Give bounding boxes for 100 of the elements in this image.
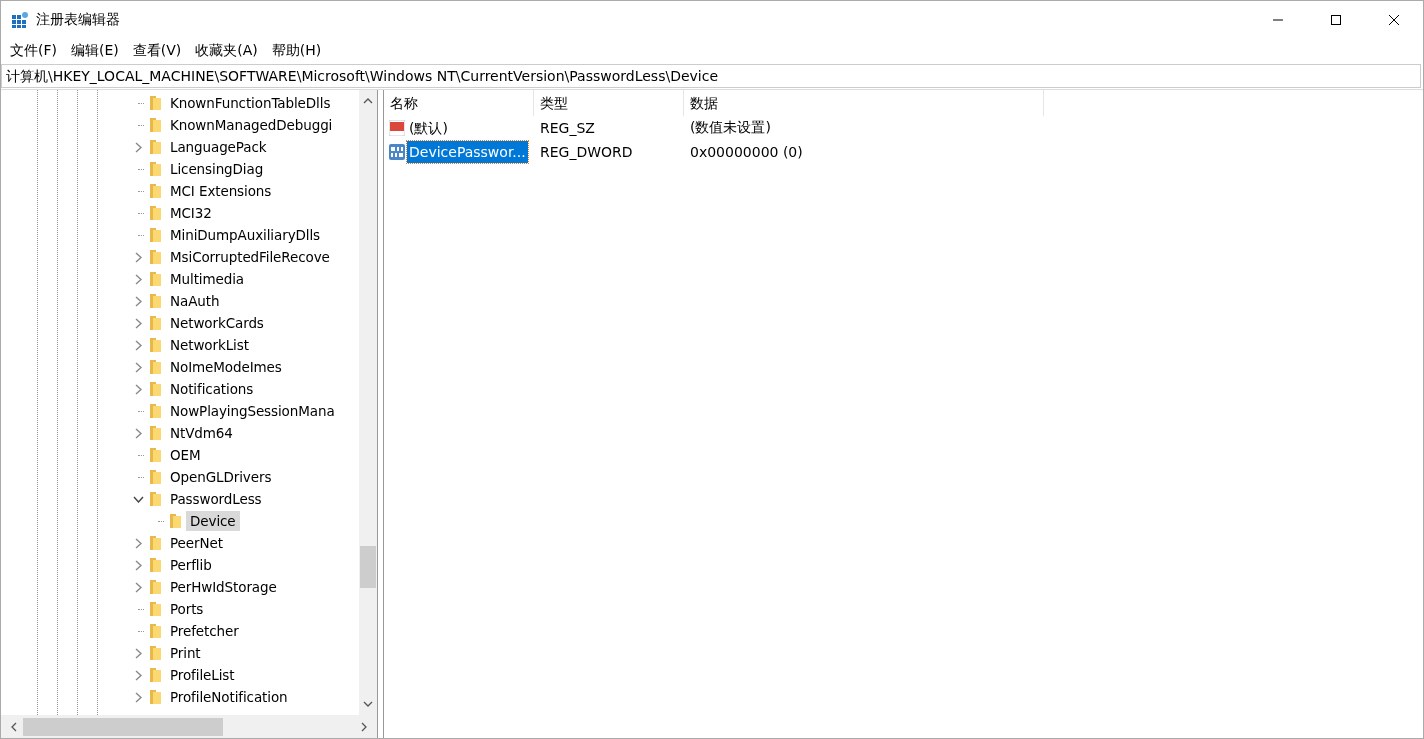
column-header[interactable]: 类型 — [534, 90, 684, 116]
expand-chevron-icon[interactable] — [134, 559, 142, 571]
tree-item[interactable]: Print — [166, 643, 205, 663]
folder-icon — [148, 315, 162, 331]
folder-icon — [148, 689, 162, 705]
tree-item[interactable]: LanguagePack — [166, 137, 271, 157]
address-bar[interactable]: 计算机\HKEY_LOCAL_MACHINE\SOFTWARE\Microsoft\Windows NT\CurrentVersion\PasswordLess\Device — [1, 64, 1421, 88]
folder-icon — [148, 227, 162, 243]
tree-item[interactable]: MsiCorruptedFileRecove — [166, 247, 334, 267]
table-cell-text: (数值未设置) — [689, 119, 772, 137]
folder-icon — [148, 205, 162, 221]
tree-item[interactable]: ProfileNotification — [166, 687, 292, 707]
tree-item[interactable]: KnownFunctionTableDlls — [166, 93, 335, 113]
tree-item[interactable]: OEM — [166, 445, 205, 465]
menu-item[interactable]: 收藏夹(A) — [188, 41, 265, 60]
column-header[interactable]: 数据 — [684, 90, 1044, 116]
expand-chevron-icon[interactable] — [134, 427, 142, 439]
folder-icon — [148, 249, 162, 265]
scroll-down-icon[interactable] — [363, 701, 373, 707]
folder-icon — [148, 271, 162, 287]
folder-icon — [148, 139, 162, 155]
menu-item[interactable]: 查看(V) — [125, 41, 189, 60]
folder-icon — [148, 601, 162, 617]
value-name[interactable]: DevicePasswor... — [407, 141, 528, 163]
folder-icon — [148, 491, 162, 507]
tree-item[interactable]: PeerNet — [166, 533, 227, 553]
tree-item[interactable]: NtVdm64 — [166, 423, 237, 443]
tree-item[interactable]: Notifications — [166, 379, 258, 399]
scroll-thumb[interactable] — [360, 546, 376, 588]
folder-icon — [148, 645, 162, 661]
menu-item[interactable]: 编辑(E) — [64, 41, 126, 60]
expand-chevron-icon[interactable] — [134, 295, 142, 307]
string-value-icon — [389, 120, 405, 136]
tree-item[interactable]: NowPlayingSessionMana — [166, 401, 339, 421]
expand-chevron-icon[interactable] — [134, 581, 142, 593]
folder-icon — [148, 535, 162, 551]
folder-icon — [148, 469, 162, 485]
folder-icon — [148, 381, 162, 397]
maximize-icon — [1330, 13, 1342, 26]
tree-item[interactable]: PerHwIdStorage — [166, 577, 281, 597]
tree-item[interactable]: OpenGLDrivers — [166, 467, 276, 487]
tree-item[interactable]: Device — [186, 511, 240, 531]
folder-icon — [148, 623, 162, 639]
tree-item[interactable]: NetworkList — [166, 335, 253, 355]
tree-item[interactable]: NaAuth — [166, 291, 224, 311]
folder-icon — [148, 557, 162, 573]
tree-item[interactable]: NoImeModeImes — [166, 357, 286, 377]
table-cell-text: 0x00000000 (0) — [689, 144, 804, 160]
folder-icon — [148, 667, 162, 683]
expand-chevron-icon[interactable] — [134, 669, 142, 681]
menu-item[interactable]: 文件(F) — [3, 41, 64, 60]
folder-icon — [148, 403, 162, 419]
expand-chevron-icon[interactable] — [134, 141, 142, 153]
expand-chevron-icon[interactable] — [134, 339, 142, 351]
folder-icon — [148, 337, 162, 353]
tree-item[interactable]: MCI Extensions — [166, 181, 276, 201]
folder-icon — [148, 95, 162, 111]
folder-icon — [148, 579, 162, 595]
binary-value-icon — [389, 144, 405, 160]
folder-icon — [148, 293, 162, 309]
folder-icon — [148, 117, 162, 133]
tree-item[interactable]: Multimedia — [166, 269, 249, 289]
tree-item[interactable]: PasswordLess — [166, 489, 266, 509]
expand-chevron-icon[interactable] — [134, 317, 142, 329]
folder-icon — [148, 425, 162, 441]
tree-item[interactable]: ProfileList — [166, 665, 239, 685]
tree-item[interactable]: Prefetcher — [166, 621, 243, 641]
close-icon — [1388, 13, 1400, 26]
scroll-right-icon[interactable] — [361, 721, 367, 732]
folder-icon — [148, 183, 162, 199]
expand-chevron-icon[interactable] — [134, 361, 142, 373]
tree-item[interactable]: NetworkCards — [166, 313, 268, 333]
tree-item[interactable]: KnownManagedDebuggi — [166, 115, 337, 135]
value-name[interactable]: (默认) — [407, 117, 450, 139]
expand-chevron-icon[interactable] — [134, 383, 142, 395]
tree-item[interactable]: Perflib — [166, 555, 216, 575]
scroll-up-icon[interactable] — [363, 98, 373, 104]
expand-chevron-icon[interactable] — [134, 251, 142, 263]
expand-chevron-icon[interactable] — [134, 647, 142, 659]
scroll-left-icon[interactable] — [11, 721, 17, 732]
tree-item[interactable]: MCI32 — [166, 203, 216, 223]
expand-chevron-icon[interactable] — [134, 691, 142, 703]
tree-item[interactable]: Ports — [166, 599, 208, 619]
expand-chevron-icon[interactable] — [134, 273, 142, 285]
table-cell-text: REG_SZ — [539, 120, 596, 136]
vertical-scrollbar[interactable] — [359, 90, 377, 715]
folder-icon — [148, 161, 162, 177]
folder-icon — [168, 513, 182, 529]
tree-item[interactable]: LicensingDiag — [166, 159, 268, 179]
window-title: 注册表编辑器 — [36, 10, 120, 29]
folder-icon — [148, 359, 162, 375]
horizontal-scrollbar[interactable] — [1, 715, 377, 738]
menu-item[interactable]: 帮助(H) — [264, 41, 329, 60]
registry-icon — [11, 10, 29, 29]
expand-chevron-icon[interactable] — [134, 537, 142, 549]
scroll-thumb[interactable] — [23, 717, 223, 736]
collapse-chevron-icon[interactable] — [132, 495, 144, 503]
column-header[interactable]: 名称 — [384, 90, 534, 116]
table-cell-text: REG_DWORD — [539, 144, 634, 160]
tree-item[interactable]: MiniDumpAuxiliaryDlls — [166, 225, 325, 245]
